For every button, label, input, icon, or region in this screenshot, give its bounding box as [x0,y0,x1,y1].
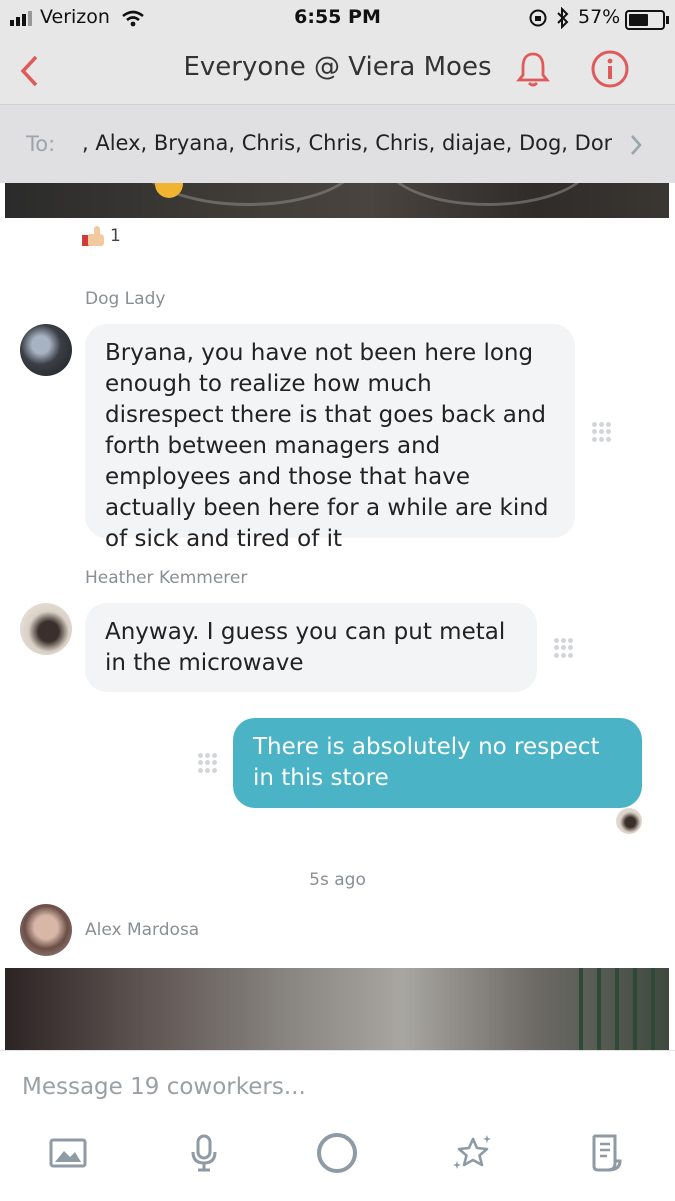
avatar[interactable] [20,324,72,376]
to-label: To: [26,132,56,156]
recipients-list: , Alex, Bryana, Chris, Chris, Chris, dia… [82,131,612,155]
bell-icon[interactable] [514,49,552,89]
info-icon[interactable] [590,49,630,89]
chevron-right-icon[interactable] [628,133,644,157]
recipients-bar[interactable]: To: , Alex, Bryana, Chris, Chris, Chris,… [0,105,675,183]
battery-icon [625,10,669,30]
navigation-bar: Everyone @ Viera Moes [0,38,675,105]
record-button[interactable] [315,1133,359,1173]
stars-icon [453,1135,491,1169]
notes-icon [592,1134,622,1172]
bluetooth-icon [557,7,569,29]
photo-button[interactable] [46,1133,90,1173]
message-bubble[interactable]: Anyway. I guess you can put metal in the… [85,603,537,692]
more-options-icon[interactable] [592,422,612,442]
sender-name: Heather Kemmerer [85,568,248,588]
message-bubble[interactable]: Bryana, you have not been here long enou… [85,324,575,552]
thumbs-up-icon [82,226,104,246]
composer [0,1050,675,1201]
conversation-title: Everyone @ Viera Moes [183,52,492,82]
notes-button[interactable] [585,1133,629,1173]
message-input[interactable]: Message 19 coworkers... [22,1074,642,1100]
sender-name: Dog Lady [85,289,166,309]
status-bar: Verizon 6:55 PM 57% [0,0,675,38]
reaction-count: 1 [110,226,121,246]
voice-button[interactable] [182,1133,226,1173]
message-text: Anyway. I guess you can put metal in the… [105,619,506,676]
shoutout-button[interactable] [450,1133,494,1173]
more-options-icon[interactable] [198,753,218,773]
clock: 6:55 PM [294,6,381,28]
message-text: Bryana, you have not been here long enou… [105,340,549,552]
message-timestamp: 5s ago [309,870,366,890]
sender-name: Alex Mardosa [85,920,200,940]
microphone-icon [191,1134,217,1172]
shared-photo[interactable] [5,968,669,1050]
battery-percent: 57% [578,6,621,28]
more-options-icon[interactable] [554,638,574,658]
message-bubble-outgoing[interactable]: There is absolutely no respect in this s… [233,718,642,808]
circle-icon [317,1133,357,1173]
avatar[interactable] [20,904,72,956]
read-receipt-avatar [616,808,642,834]
avatar[interactable] [20,603,72,655]
image-icon [49,1138,87,1168]
rotation-lock-icon [529,9,547,27]
message-text: There is absolutely no respect in this s… [253,734,600,791]
back-chevron-icon[interactable] [18,54,40,88]
reaction-badge[interactable]: 1 [82,226,121,246]
